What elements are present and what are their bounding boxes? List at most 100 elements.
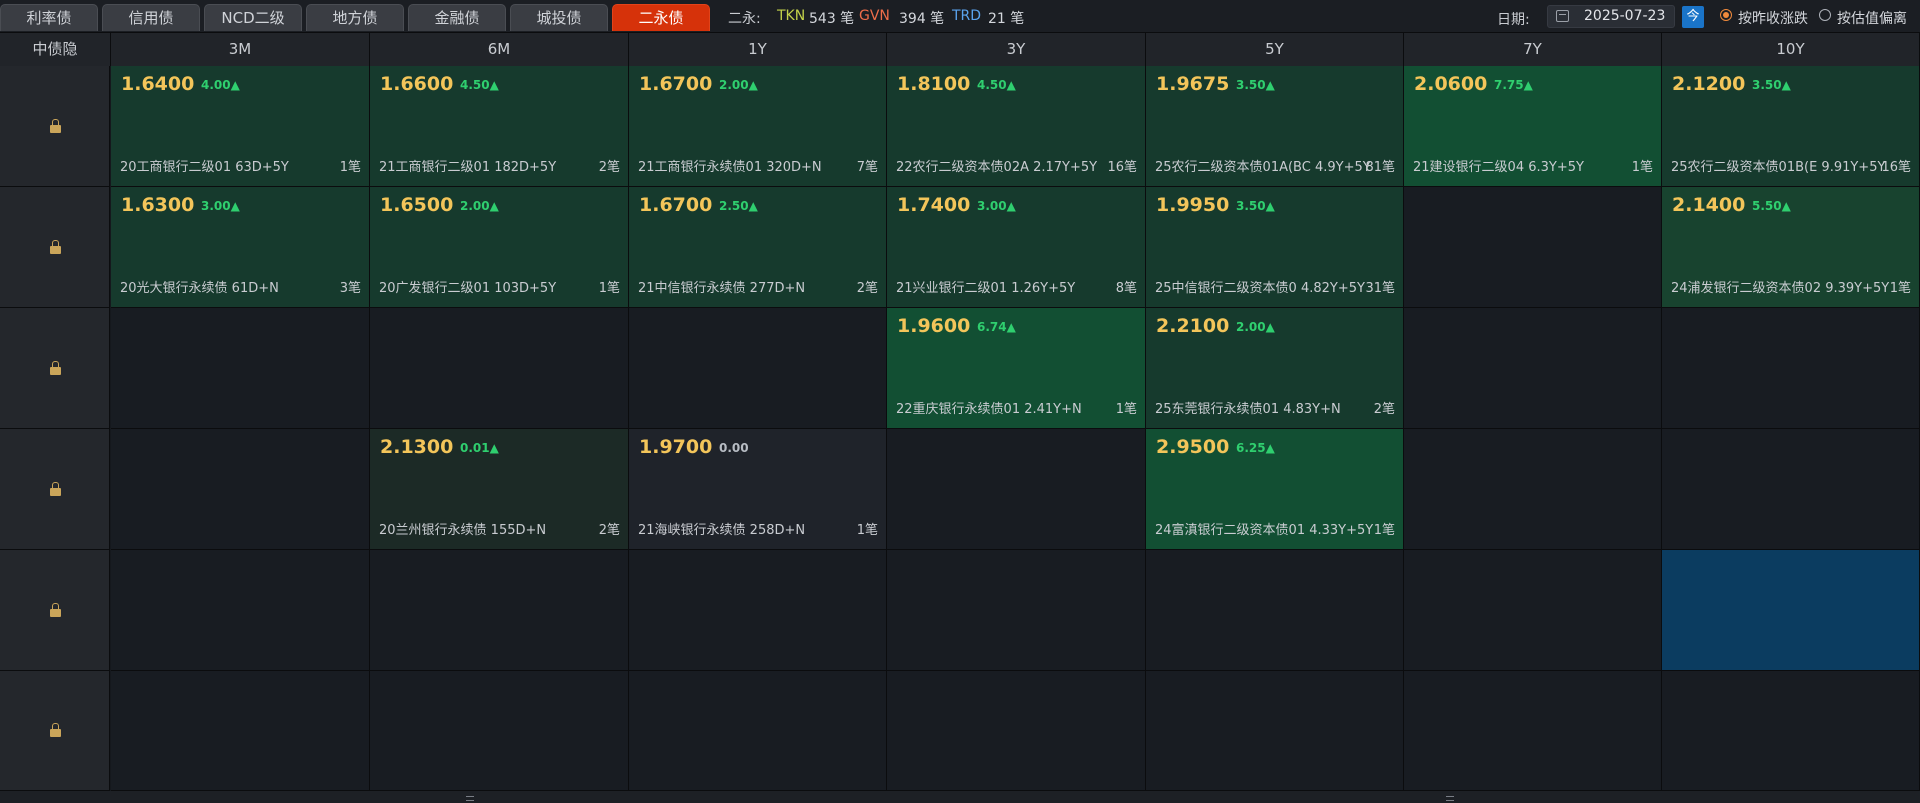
quote-cell[interactable]: 1.6300 3.00▲ 20光大银行永续债 61D+N 3笔 bbox=[111, 187, 370, 308]
tab-local-gov-bonds[interactable]: 地方债 bbox=[306, 4, 404, 31]
quote-cell[interactable]: 1.6700 2.50▲ 21中信银行永续债 277D+N 2笔 bbox=[629, 187, 887, 308]
splitter-grip-icon[interactable] bbox=[466, 796, 474, 801]
quote-cell[interactable] bbox=[111, 429, 370, 550]
lock-icon[interactable] bbox=[50, 361, 61, 375]
lock-icon[interactable] bbox=[50, 482, 61, 496]
stat-trd-value: 21 笔 bbox=[988, 11, 1025, 27]
col-header-5y[interactable]: 5Y bbox=[1146, 33, 1404, 66]
quote-cell[interactable]: 2.1300 0.01▲ 20兰州银行永续债 155D+N 2笔 bbox=[370, 429, 629, 550]
quote-cell[interactable] bbox=[1404, 308, 1662, 429]
quote-cell[interactable] bbox=[629, 671, 887, 791]
quote-cell[interactable]: 2.0600 7.75▲ 21建设银行二级04 6.3Y+5Y 1笔 bbox=[1404, 66, 1662, 187]
bond-name: 25农行二级资本债01B(E 9.91Y+5Y bbox=[1671, 160, 1886, 175]
quote-cell[interactable]: 1.9950 3.50▲ 25中信银行二级资本债0 4.82Y+5Y 31笔 bbox=[1146, 187, 1404, 308]
quote-cell[interactable] bbox=[370, 550, 629, 671]
quote-cell[interactable] bbox=[111, 550, 370, 671]
quote-cell[interactable]: 2.9500 6.25▲ 24富滇银行二级资本债01 4.33Y+5Y 1笔 bbox=[1146, 429, 1404, 550]
quote-cell[interactable] bbox=[1662, 671, 1920, 791]
quote-cell[interactable]: 2.1400 5.50▲ 24浦发银行二级资本债02 9.39Y+5Y 1笔 bbox=[1662, 187, 1920, 308]
tab-financial-bonds[interactable]: 金融债 bbox=[408, 4, 506, 31]
yield-change: 6.25▲ bbox=[1236, 441, 1275, 455]
tab-ncd-secondary[interactable]: NCD二级 bbox=[204, 4, 302, 31]
today-button[interactable]: 今 bbox=[1682, 6, 1704, 28]
quote-cell[interactable] bbox=[1146, 671, 1404, 791]
yield-value: 1.9675 bbox=[1156, 73, 1230, 95]
radio-prev-close-change[interactable] bbox=[1720, 9, 1732, 21]
quote-cell[interactable] bbox=[111, 308, 370, 429]
yield-change: 3.50▲ bbox=[1236, 78, 1275, 92]
yield-change: 3.50▲ bbox=[1236, 199, 1275, 213]
col-header-10y[interactable]: 10Y bbox=[1662, 33, 1920, 66]
date-picker[interactable]: 2025-07-23 bbox=[1547, 5, 1675, 28]
stat-tkn-value: 543 笔 bbox=[809, 11, 855, 27]
bond-name: 21兴业银行二级01 1.26Y+5Y bbox=[896, 281, 1076, 296]
yield-value: 1.9950 bbox=[1156, 194, 1230, 216]
bond-name: 21建设银行二级04 6.3Y+5Y bbox=[1413, 160, 1584, 175]
trade-count: 31笔 bbox=[1365, 281, 1395, 296]
tab-tier2-perpetual-bonds[interactable]: 二永债 bbox=[612, 4, 710, 31]
quote-cell[interactable] bbox=[1662, 308, 1920, 429]
quote-cell[interactable]: 1.8100 4.50▲ 22农行二级资本债02A 2.17Y+5Y 16笔 bbox=[887, 66, 1146, 187]
quote-cell[interactable]: 1.6700 2.00▲ 21工商银行永续债01 320D+N 7笔 bbox=[629, 66, 887, 187]
lock-icon[interactable] bbox=[50, 240, 61, 254]
quote-cell[interactable] bbox=[887, 429, 1146, 550]
quote-cell[interactable]: 1.7400 3.00▲ 21兴业银行二级01 1.26Y+5Y 8笔 bbox=[887, 187, 1146, 308]
splitter-grip-icon[interactable] bbox=[1446, 796, 1454, 801]
quote-cell[interactable] bbox=[1662, 429, 1920, 550]
trade-count: 16笔 bbox=[1107, 160, 1137, 175]
quote-cell[interactable]: 1.6600 4.50▲ 21工商银行二级01 182D+5Y 2笔 bbox=[370, 66, 629, 187]
quote-cell[interactable]: 2.1200 3.50▲ 25农行二级资本债01B(E 9.91Y+5Y 16笔 bbox=[1662, 66, 1920, 187]
quote-cell[interactable] bbox=[1146, 550, 1404, 671]
yield-value: 1.6700 bbox=[639, 194, 713, 216]
trade-count: 1笔 bbox=[1631, 160, 1653, 175]
col-header-3m[interactable]: 3M bbox=[111, 33, 370, 66]
quote-cell[interactable] bbox=[111, 671, 370, 791]
lock-icon[interactable] bbox=[50, 119, 61, 133]
quote-cell[interactable] bbox=[629, 308, 887, 429]
col-header-1y[interactable]: 1Y bbox=[629, 33, 887, 66]
tab-urban-investment-bonds[interactable]: 城投债 bbox=[510, 4, 608, 31]
quote-cell[interactable] bbox=[629, 550, 887, 671]
quote-cell[interactable]: 1.9600 6.74▲ 22重庆银行永续债01 2.41Y+N 1笔 bbox=[887, 308, 1146, 429]
quote-cell[interactable]: 1.9700 0.00 21海峡银行永续债 258D+N 1笔 bbox=[629, 429, 887, 550]
trade-count: 1笔 bbox=[1373, 523, 1395, 538]
radio-valuation-deviation[interactable] bbox=[1819, 9, 1831, 21]
quote-cell[interactable] bbox=[370, 308, 629, 429]
quote-cell[interactable] bbox=[887, 550, 1146, 671]
bond-name: 20工商银行二级01 63D+5Y bbox=[120, 160, 289, 175]
yield-change: 3.50▲ bbox=[1752, 78, 1791, 92]
col-header-7y[interactable]: 7Y bbox=[1404, 33, 1662, 66]
tab-rate-bonds[interactable]: 利率债 bbox=[0, 4, 98, 31]
lock-icon[interactable] bbox=[50, 603, 61, 617]
horizontal-splitter[interactable] bbox=[0, 791, 1920, 803]
yield-value: 1.6300 bbox=[121, 194, 195, 216]
yield-value: 2.1300 bbox=[380, 436, 454, 458]
trade-count: 3笔 bbox=[339, 281, 361, 296]
yield-value: 1.9700 bbox=[639, 436, 713, 458]
quote-cell[interactable]: 1.6500 2.00▲ 20广发银行二级01 103D+5Y 1笔 bbox=[370, 187, 629, 308]
quote-cell[interactable] bbox=[1404, 429, 1662, 550]
quote-cell[interactable]: 2.2100 2.00▲ 25东莞银行永续债01 4.83Y+N 2笔 bbox=[1146, 308, 1404, 429]
quote-cell[interactable] bbox=[1404, 187, 1662, 308]
quote-cell[interactable]: 1.9675 3.50▲ 25农行二级资本债01A(BC 4.9Y+5Y 81笔 bbox=[1146, 66, 1404, 187]
yield-value: 1.6700 bbox=[639, 73, 713, 95]
bond-name: 21工商银行永续债01 320D+N bbox=[638, 160, 822, 175]
date-label: 日期: bbox=[1497, 12, 1530, 28]
quote-cell[interactable] bbox=[887, 671, 1146, 791]
bond-name: 25东莞银行永续债01 4.83Y+N bbox=[1155, 402, 1341, 417]
quote-cell[interactable] bbox=[370, 671, 629, 791]
quote-cell[interactable] bbox=[1662, 550, 1920, 671]
radio-prev-close-change-label: 按昨收涨跌 bbox=[1738, 11, 1808, 27]
quote-cell[interactable] bbox=[1404, 671, 1662, 791]
yield-change: 0.01▲ bbox=[460, 441, 499, 455]
col-header-3y[interactable]: 3Y bbox=[887, 33, 1146, 66]
trade-count: 7笔 bbox=[856, 160, 878, 175]
bond-name: 22重庆银行永续债01 2.41Y+N bbox=[896, 402, 1082, 417]
quote-cell[interactable] bbox=[1404, 550, 1662, 671]
col-header-6m[interactable]: 6M bbox=[370, 33, 629, 66]
quote-cell[interactable]: 1.6400 4.00▲ 20工商银行二级01 63D+5Y 1笔 bbox=[111, 66, 370, 187]
tab-credit-bonds[interactable]: 信用债 bbox=[102, 4, 200, 31]
yield-value: 1.6600 bbox=[380, 73, 454, 95]
lock-icon[interactable] bbox=[50, 723, 61, 737]
bond-name: 20广发银行二级01 103D+5Y bbox=[379, 281, 557, 296]
